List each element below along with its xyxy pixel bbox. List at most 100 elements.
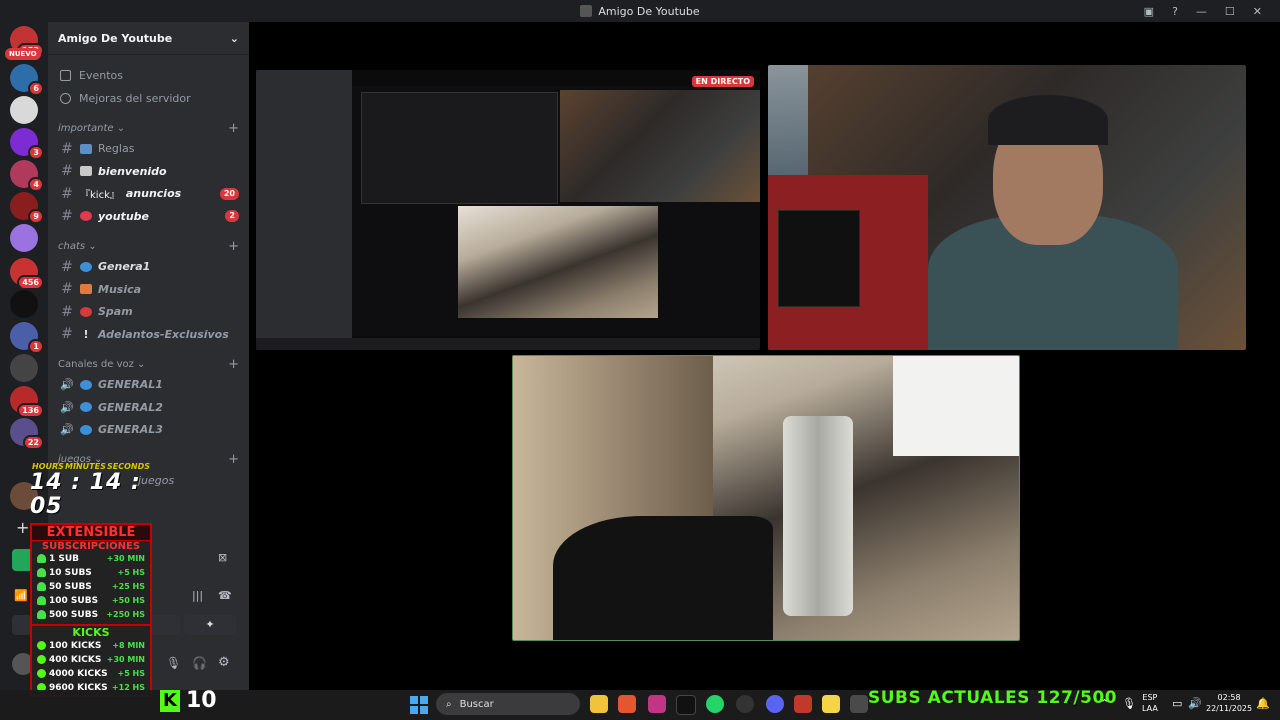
inbox-icon[interactable]: ▣ [1144, 5, 1154, 18]
add-channel-icon[interactable]: + [228, 357, 239, 372]
server-icon[interactable]: 3 [10, 128, 44, 160]
chevron-up-icon[interactable]: ⌃ [1100, 697, 1109, 710]
app-icon[interactable] [822, 695, 840, 713]
noise-icon[interactable]: ||| [192, 589, 203, 602]
close-icon[interactable]: ⊠ [218, 551, 227, 564]
subs-title: SUBSCRIPCIONES [32, 540, 150, 552]
channel-reglas[interactable]: # Reglas [48, 138, 249, 160]
notification-icon[interactable]: 🔔 [1256, 697, 1270, 710]
soundboard-button[interactable]: ✦ [184, 615, 236, 635]
voice-general1[interactable]: 🔊 GENERAL1 [48, 374, 249, 396]
app-icon[interactable] [794, 695, 812, 713]
server-icon[interactable]: 9 [10, 192, 44, 224]
no-entry-emoji [80, 306, 92, 317]
obs-icon[interactable] [850, 695, 868, 713]
channel-name: GENERAL3 [98, 423, 163, 436]
countdown-timer: 14 : 14 : 05 [30, 470, 141, 519]
server-icon[interactable]: 1 [10, 322, 44, 354]
clipboard-emoji [80, 166, 92, 176]
category-importante[interactable]: importante ⌄ + [48, 119, 249, 137]
channel-general[interactable]: # Genera1 [48, 256, 249, 278]
room-camera-tile[interactable] [512, 355, 1020, 641]
microphone-icon[interactable]: 🎙 [166, 656, 181, 670]
volume-icon[interactable]: 🔊 [1188, 697, 1202, 710]
app-icon[interactable] [736, 695, 754, 713]
kicks-title: KICKS [32, 624, 150, 639]
channel-name: Adelantos-Exclusivos [98, 327, 229, 341]
person-icon [37, 582, 46, 591]
maximize-button[interactable]: ☐ [1225, 5, 1235, 18]
server-icon[interactable]: 456 [10, 258, 44, 290]
disconnect-icon[interactable]: ☎ [218, 589, 232, 602]
kicks-row: 4000 KICKS +5 HS [32, 667, 150, 681]
channel-spam[interactable]: # Spam [48, 301, 249, 323]
globe-emoji [80, 261, 92, 272]
server-icon[interactable] [10, 224, 38, 252]
add-channel-icon[interactable]: + [228, 452, 239, 467]
minimize-button[interactable]: — [1196, 5, 1207, 18]
channel-name: youtube [98, 209, 149, 223]
kick-icon [37, 669, 46, 678]
instagram-icon[interactable] [648, 695, 666, 713]
globe-emoji [80, 379, 92, 390]
channel-musica[interactable]: # Musica [48, 278, 249, 300]
camera-button[interactable] [12, 615, 32, 635]
windows-start-icon[interactable] [410, 696, 428, 714]
taskbar-search[interactable]: ⌕ Buscar [436, 693, 580, 715]
live-badge: EN DIRECTO [691, 76, 754, 87]
person-icon [37, 568, 46, 577]
channel-adelantos[interactable]: # ! Adelantos-Exclusivos [48, 323, 249, 345]
server-icon[interactable]: 4 [10, 160, 44, 192]
channel-youtube[interactable]: # youtube 2 [48, 205, 249, 227]
server-icon[interactable] [10, 96, 38, 124]
server-icon[interactable] [10, 290, 38, 318]
category-voz[interactable]: Canales de voz ⌄ + [48, 355, 249, 373]
camera-tile[interactable] [768, 65, 1246, 350]
channel-name: Genera1 [98, 260, 151, 273]
hashtag-icon: # [61, 208, 73, 224]
screen-share-tile[interactable]: EN DIRECTO [256, 70, 760, 350]
clock[interactable]: 02:58 22/11/2025 [1206, 692, 1252, 714]
signal-icon: 📶 [14, 589, 28, 602]
language-indicator[interactable]: ESP LAA [1142, 692, 1158, 714]
voice-general3[interactable]: 🔊 GENERAL3 [48, 419, 249, 441]
nav-events[interactable]: Eventos [48, 64, 249, 86]
nav-label: Eventos [79, 68, 123, 82]
voice-general2[interactable]: 🔊 GENERAL2 [48, 396, 249, 418]
microphone-tray-icon[interactable]: 🎙 [1122, 697, 1136, 710]
whatsapp-icon[interactable] [706, 695, 724, 713]
file-explorer-icon[interactable] [590, 695, 608, 713]
help-icon[interactable]: ? [1172, 5, 1178, 18]
brave-icon[interactable] [618, 695, 636, 713]
channel-bienvenido[interactable]: # bienvenido [48, 160, 249, 182]
category-label: importante [58, 122, 114, 134]
server-header[interactable]: Amigo De Youtube ⌄ [48, 22, 249, 55]
server-badge: 1 [28, 339, 44, 354]
add-channel-icon[interactable]: + [228, 239, 239, 254]
discord-icon[interactable] [766, 695, 784, 713]
headphones-icon[interactable]: 🎧 [192, 656, 207, 670]
channel-anuncios[interactable]: # 『kick』 anuncios 20 [48, 183, 249, 205]
calendar-icon [60, 69, 71, 81]
tiktok-icon[interactable] [676, 695, 696, 715]
kicks-row: 400 KICKS +30 MIN [32, 653, 150, 667]
add-server-icon[interactable]: + [16, 518, 29, 537]
channel-name: Spam [98, 305, 133, 318]
unread-badge: 2 [225, 210, 239, 222]
server-icon[interactable] [10, 354, 38, 382]
hashtag-icon: # [61, 185, 73, 202]
globe-emoji [80, 424, 92, 435]
add-channel-icon[interactable]: + [228, 121, 239, 136]
server-icon[interactable]: 6 [10, 64, 44, 96]
stream-stage: EN DIRECTO [249, 22, 1280, 690]
red-circle-emoji [80, 211, 92, 221]
gear-icon[interactable]: ⚙ [218, 655, 230, 670]
nav-server-boosts[interactable]: Mejoras del servidor [48, 87, 249, 109]
close-button[interactable]: ✕ [1253, 5, 1262, 18]
server-icon[interactable]: 136 [10, 386, 44, 418]
person-icon [37, 554, 46, 563]
category-chats[interactable]: chats ⌄ + [48, 237, 249, 255]
monitor-icon[interactable]: ▭ [1172, 697, 1182, 710]
server-icon[interactable]: 22 [10, 418, 44, 450]
kick-counter: K 10 [160, 688, 217, 713]
